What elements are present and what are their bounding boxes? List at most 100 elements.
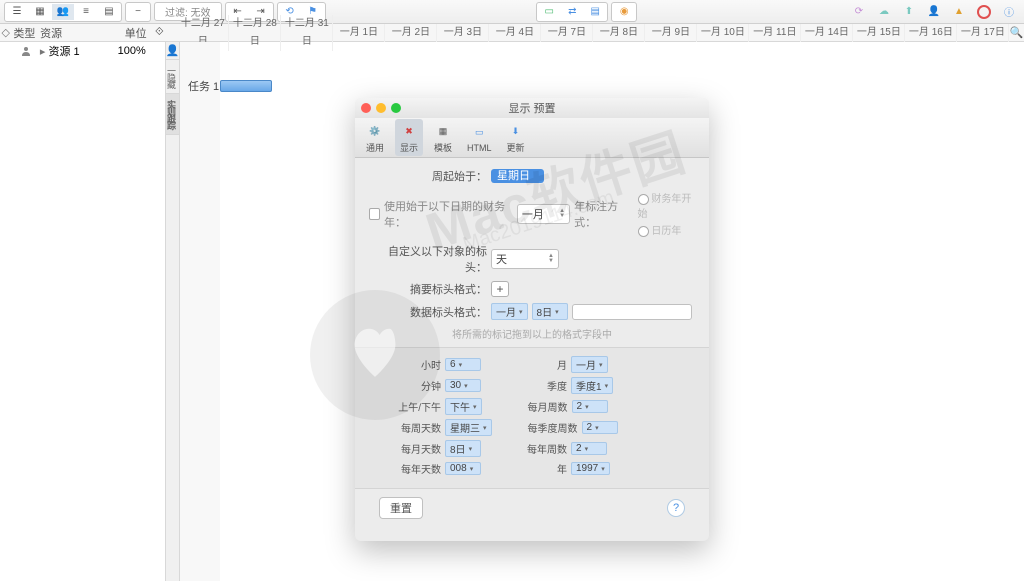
cloud-download-icon[interactable]: ☁ [873,4,895,20]
html-icon: ▭ [469,123,489,143]
modal-body: 周起始于： 星期日▾ 使用始于以下日期的财务年： 一月▲▼ 年标注方式： 财务年… [355,158,709,541]
right-group-2: ◉ [611,2,637,22]
minus-icon[interactable]: − [127,4,149,20]
modal-titlebar[interactable]: 显示 预置 [355,98,709,118]
left-columns-header: ◇ 类型 资源 单位 ⟐ [0,24,166,42]
date-cell: 一月 16日 [905,24,957,42]
token-hour[interactable]: 6▾ [445,358,481,371]
fiscal-month-spinner[interactable]: 一月▲▼ [517,204,570,224]
right-group-1: ▭ ⇄ ▤ [536,2,608,22]
side-tabs: 👤 一隐藏 实则跟踪 [166,42,180,581]
col-marker: ◇ [0,26,11,39]
token-monthday[interactable]: 8日▾ [445,440,481,457]
token-ampm[interactable]: 下午▾ [445,398,482,415]
resource-name: ▸ 资源 1 [38,43,114,59]
date-cell: 一月 9日 [645,24,697,42]
view-people-icon[interactable]: 👥 [52,4,74,20]
task-label: 任务 1 [188,78,219,94]
view-bars-icon[interactable]: ≡ [75,4,97,20]
person-icon[interactable]: 👤 [923,4,945,20]
token-weekday[interactable]: 星期三▾ [445,419,492,436]
token-minute[interactable]: 30▾ [445,379,481,392]
date-cell: 一月 7日 [541,24,593,42]
add-summary-format-button[interactable]: + [491,281,509,297]
date-cell: 一月 17日 [957,24,1009,42]
side-tab-header [166,24,177,42]
view-list-icon[interactable]: ☰ [6,4,28,20]
data-format-label: 数据标头格式： [369,304,487,320]
side-tab-hidden[interactable]: 一隐藏 [166,60,179,94]
year-label-mode-label: 年标注方式： [574,198,633,230]
radio-fiscal[interactable]: 财务年开始 [638,190,695,220]
tab-templates[interactable]: ▦ 模板 [429,119,457,156]
view-columns-icon[interactable]: ▦ [29,4,51,20]
modal-footer: 重置 ? [369,497,695,529]
date-cell: 一月 11日 [749,24,801,42]
tab-update[interactable]: ⬇ 更新 [502,119,530,156]
fiscal-checkbox[interactable] [369,208,380,220]
resource-unit: 100% [114,45,152,57]
format-tokens-grid: 小时 6▾ 月 一月▾ 分钟 30▾ 季度 季度1▾ 上午/下午 下午▾ 每月周… [355,347,709,489]
view-switcher: ☰ ▦ 👥 ≡ ▤ [4,2,122,22]
data-format-input[interactable] [572,304,692,320]
col-resource-header[interactable]: 资源 [38,25,114,41]
tab-display[interactable]: ✖︎ 显示 [395,119,423,156]
tab-general[interactable]: ⚙️ 通用 [361,119,389,156]
modal-title: 显示 预置 [355,100,709,116]
camera-icon[interactable]: ◉ [613,4,635,20]
week-start-label: 周起始于： [369,168,487,184]
display-icon: ✖︎ [399,121,419,141]
template-icon: ▦ [433,121,453,141]
card-icon[interactable]: ▭ [538,4,560,20]
info-icon[interactable]: ⓘ [998,4,1020,20]
person-type-icon [21,46,31,56]
token-year[interactable]: 1997▾ [571,462,610,475]
col-unit-header[interactable]: 单位 [114,25,152,41]
week-start-select[interactable]: 星期日 [491,169,544,183]
resource-row[interactable]: ▸ 资源 1 100% [0,42,165,60]
col-util-header[interactable]: ⟐ [153,26,166,39]
token-quarter[interactable]: 季度1▾ [571,377,613,394]
token-yearweek[interactable]: 2▾ [571,442,607,455]
data-format-month[interactable]: 一月▾ [491,303,528,320]
date-cell: 一月 1日 [333,24,385,42]
preferences-modal: 显示 预置 ⚙️ 通用 ✖︎ 显示 ▦ 模板 ▭ HTML ⬇ 更新 周起始于：… [355,98,709,541]
resource-panel: ▸ 资源 1 100% [0,42,166,581]
date-cell: 一月 3日 [437,24,489,42]
cloud-upload-icon[interactable]: ⬆ [898,4,920,20]
warning-icon[interactable]: ▲ [948,4,970,20]
custom-scale-select[interactable]: 天▲▼ [491,249,559,269]
date-cell: 一月 14日 [801,24,853,42]
task-bar[interactable] [220,80,272,92]
date-cell: 一月 2日 [385,24,437,42]
stack-icon[interactable]: ▤ [584,4,606,20]
date-cell: 一月 15日 [853,24,905,42]
reset-button[interactable]: 重置 [379,497,423,519]
token-month[interactable]: 一月▾ [571,356,608,373]
date-cell: 一月 8日 [593,24,645,42]
token-monthweek[interactable]: 2▾ [572,400,608,413]
radio-calendar[interactable]: 日历年 [638,222,695,237]
download-icon: ⬇ [506,121,526,141]
token-quarterweek[interactable]: 2▾ [582,421,618,434]
modal-toolbar: ⚙️ 通用 ✖︎ 显示 ▦ 模板 ▭ HTML ⬇ 更新 [355,118,709,158]
edit-group: − [125,2,151,22]
tab-html[interactable]: ▭ HTML [463,121,496,155]
fiscal-label: 使用始于以下日期的财务年： [384,198,513,230]
date-cell: 一月 4日 [489,24,541,42]
gear-icon: ⚙️ [365,121,385,141]
data-format-day[interactable]: 8日▾ [532,303,568,320]
gantt-date-header: 十二月 27日十二月 28日十二月 31日一月 1日一月 2日一月 3日一月 4… [177,24,1009,42]
record-icon[interactable] [973,4,995,20]
help-button[interactable]: ? [667,499,685,517]
shuffle-icon[interactable]: ⇄ [561,4,583,20]
side-tab-actual[interactable]: 实则跟踪 [166,94,179,135]
view-calendar-icon[interactable]: ▤ [98,4,120,20]
drag-hint: 将所需的标记拖到以上的格式字段中 [369,326,695,341]
col-type-header[interactable]: 类型 [11,25,38,41]
search-header[interactable]: 🔍 [1009,24,1024,42]
sync-icon[interactable]: ⟳ [848,4,870,20]
summary-format-label: 摘要标头格式： [369,281,487,297]
token-yearday[interactable]: 008▾ [445,462,481,475]
top-toolbar: ☰ ▦ 👥 ≡ ▤ − 过滤: 无效 ⇤ ⇥ ⟲ ⚑ ▭ ⇄ ▤ ◉ ⟳ ☁ ⬆… [0,0,1024,24]
